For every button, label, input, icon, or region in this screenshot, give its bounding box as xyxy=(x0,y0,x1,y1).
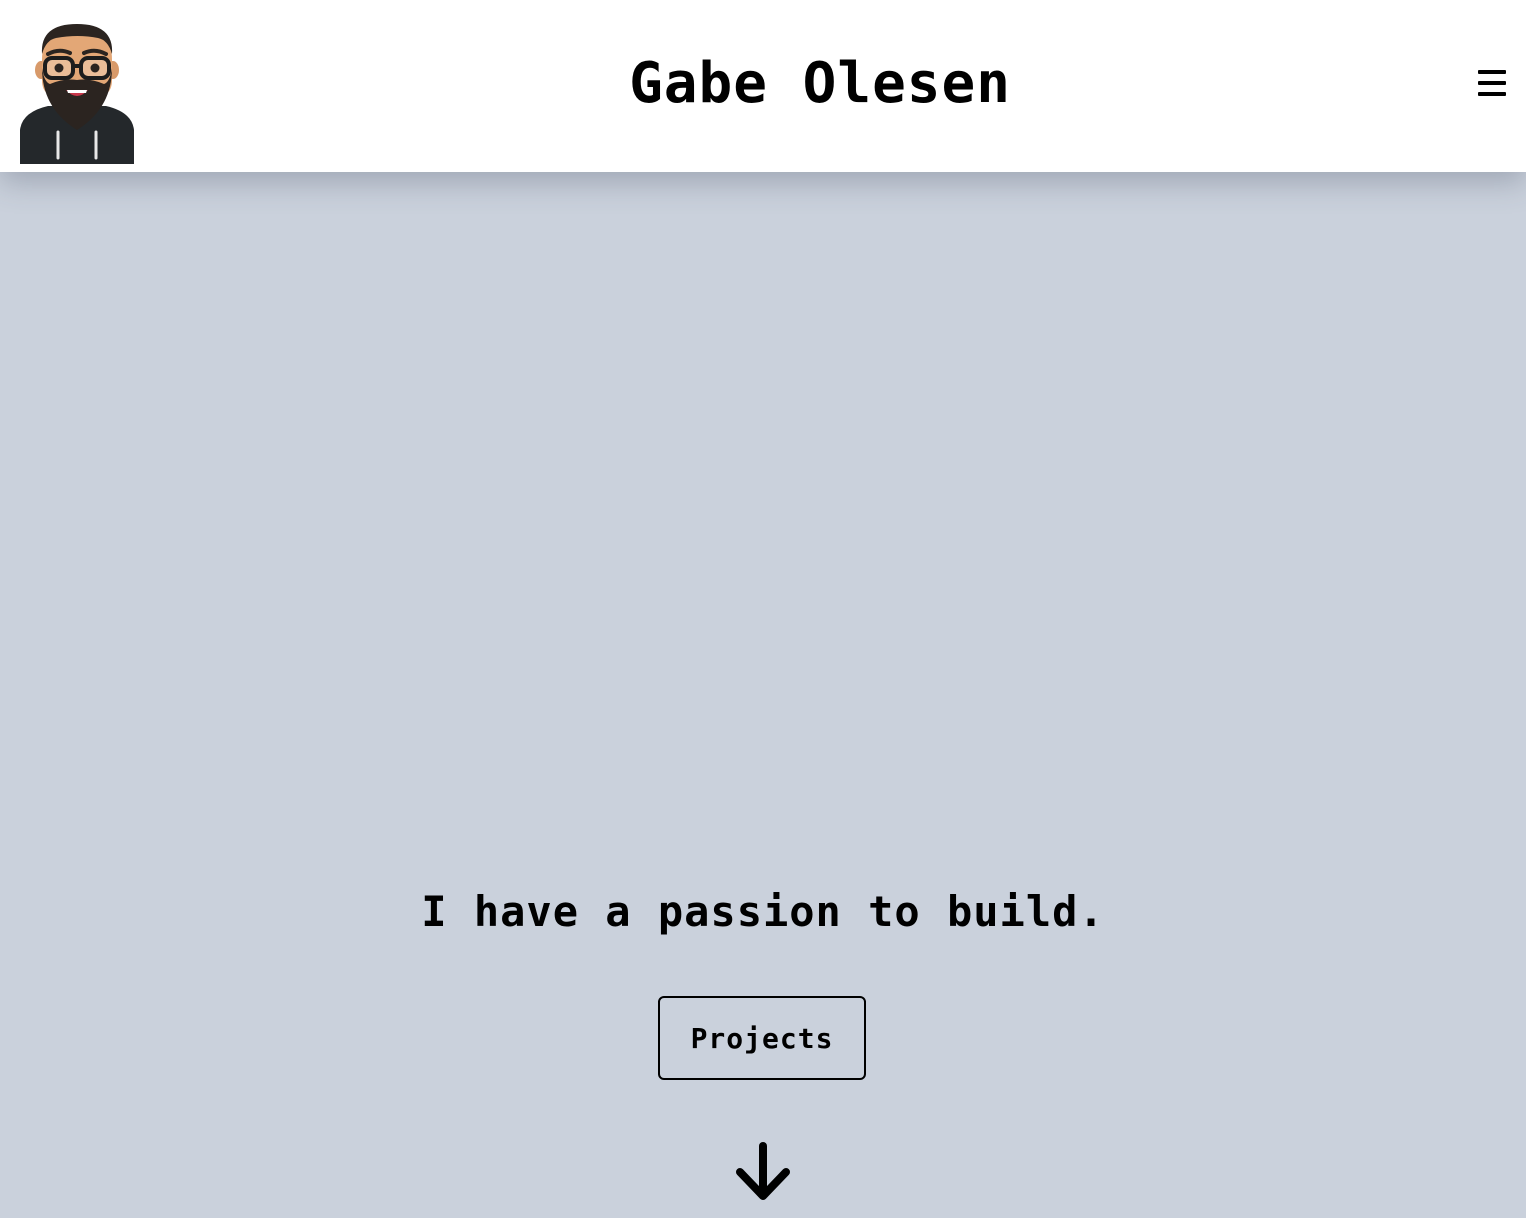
hero-tagline: I have a passion to build. xyxy=(421,887,1105,936)
hamburger-menu-icon[interactable] xyxy=(1474,66,1510,100)
hero-section: I have a passion to build. Projects xyxy=(0,172,1526,1218)
site-title[interactable]: Gabe Olesen xyxy=(0,52,1526,116)
arrow-down-icon[interactable] xyxy=(734,1142,792,1202)
projects-button[interactable]: Projects xyxy=(658,996,866,1080)
site-header: Gabe Olesen xyxy=(0,0,1526,172)
